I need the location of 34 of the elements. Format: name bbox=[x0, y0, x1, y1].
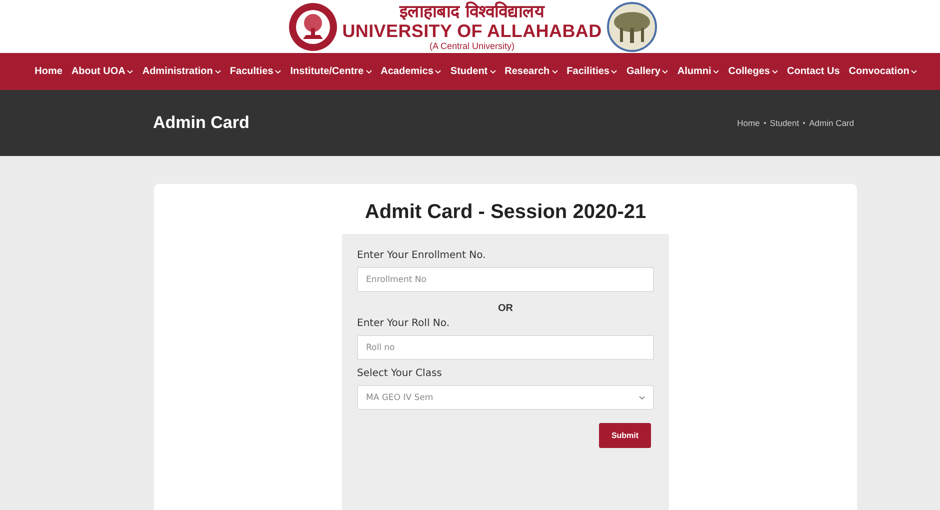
nav-link[interactable]: Academics bbox=[380, 66, 442, 77]
nav-link[interactable]: Facilities bbox=[566, 66, 618, 77]
nav-link[interactable]: Convocation bbox=[848, 66, 918, 77]
submit-button[interactable]: Submit bbox=[599, 423, 651, 448]
page-title: Admin Card bbox=[153, 113, 250, 133]
field-label: Enter Your Roll No. bbox=[357, 318, 450, 329]
field-label: Select Your Class bbox=[357, 368, 443, 379]
breadcrumb-link[interactable]: Home bbox=[737, 118, 760, 128]
or-separator: OR bbox=[498, 303, 513, 314]
nav-link[interactable]: Home bbox=[34, 66, 62, 77]
nav-link[interactable]: Faculties bbox=[230, 66, 282, 77]
field-label: Enter Your Enrollment No. bbox=[357, 250, 487, 261]
chevron-down-icon bbox=[639, 396, 645, 400]
breadcrumb-link[interactable]: Student bbox=[770, 118, 800, 128]
university-hindi-name: इलाहाबाद विश्वविद्यालय bbox=[400, 2, 544, 22]
nav-link[interactable]: Gallery bbox=[626, 66, 668, 77]
breadcrumb-separator-icon bbox=[764, 122, 766, 124]
university-subtitle: (A Central University) bbox=[429, 40, 514, 52]
roll-input[interactable]: Roll no bbox=[357, 335, 654, 360]
breadcrumb-link[interactable]: Admin Card bbox=[809, 118, 854, 128]
nav-link[interactable]: Contact Us bbox=[786, 66, 840, 77]
enrollment-input[interactable]: Enrollment No bbox=[357, 267, 654, 292]
university-name: UNIVERSITY OF ALLAHABAD bbox=[342, 22, 602, 40]
banyan-tree-emblem-icon bbox=[606, 2, 658, 52]
nav-link[interactable]: Administration bbox=[142, 66, 221, 77]
nav-link[interactable]: Student bbox=[450, 66, 496, 77]
nav-link[interactable]: Institute/Centre bbox=[290, 66, 372, 77]
form-title: Admit Card - Session 2020-21 bbox=[364, 201, 646, 224]
nav-link[interactable]: About UOA bbox=[71, 66, 134, 77]
nav-link[interactable]: Colleges bbox=[728, 66, 778, 77]
nav-link[interactable]: Research bbox=[504, 66, 558, 77]
nav-link[interactable]: Alumni bbox=[677, 66, 720, 77]
class-select[interactable]: MA GEO IV Sem bbox=[357, 385, 654, 410]
breadcrumb-separator-icon bbox=[803, 122, 806, 124]
